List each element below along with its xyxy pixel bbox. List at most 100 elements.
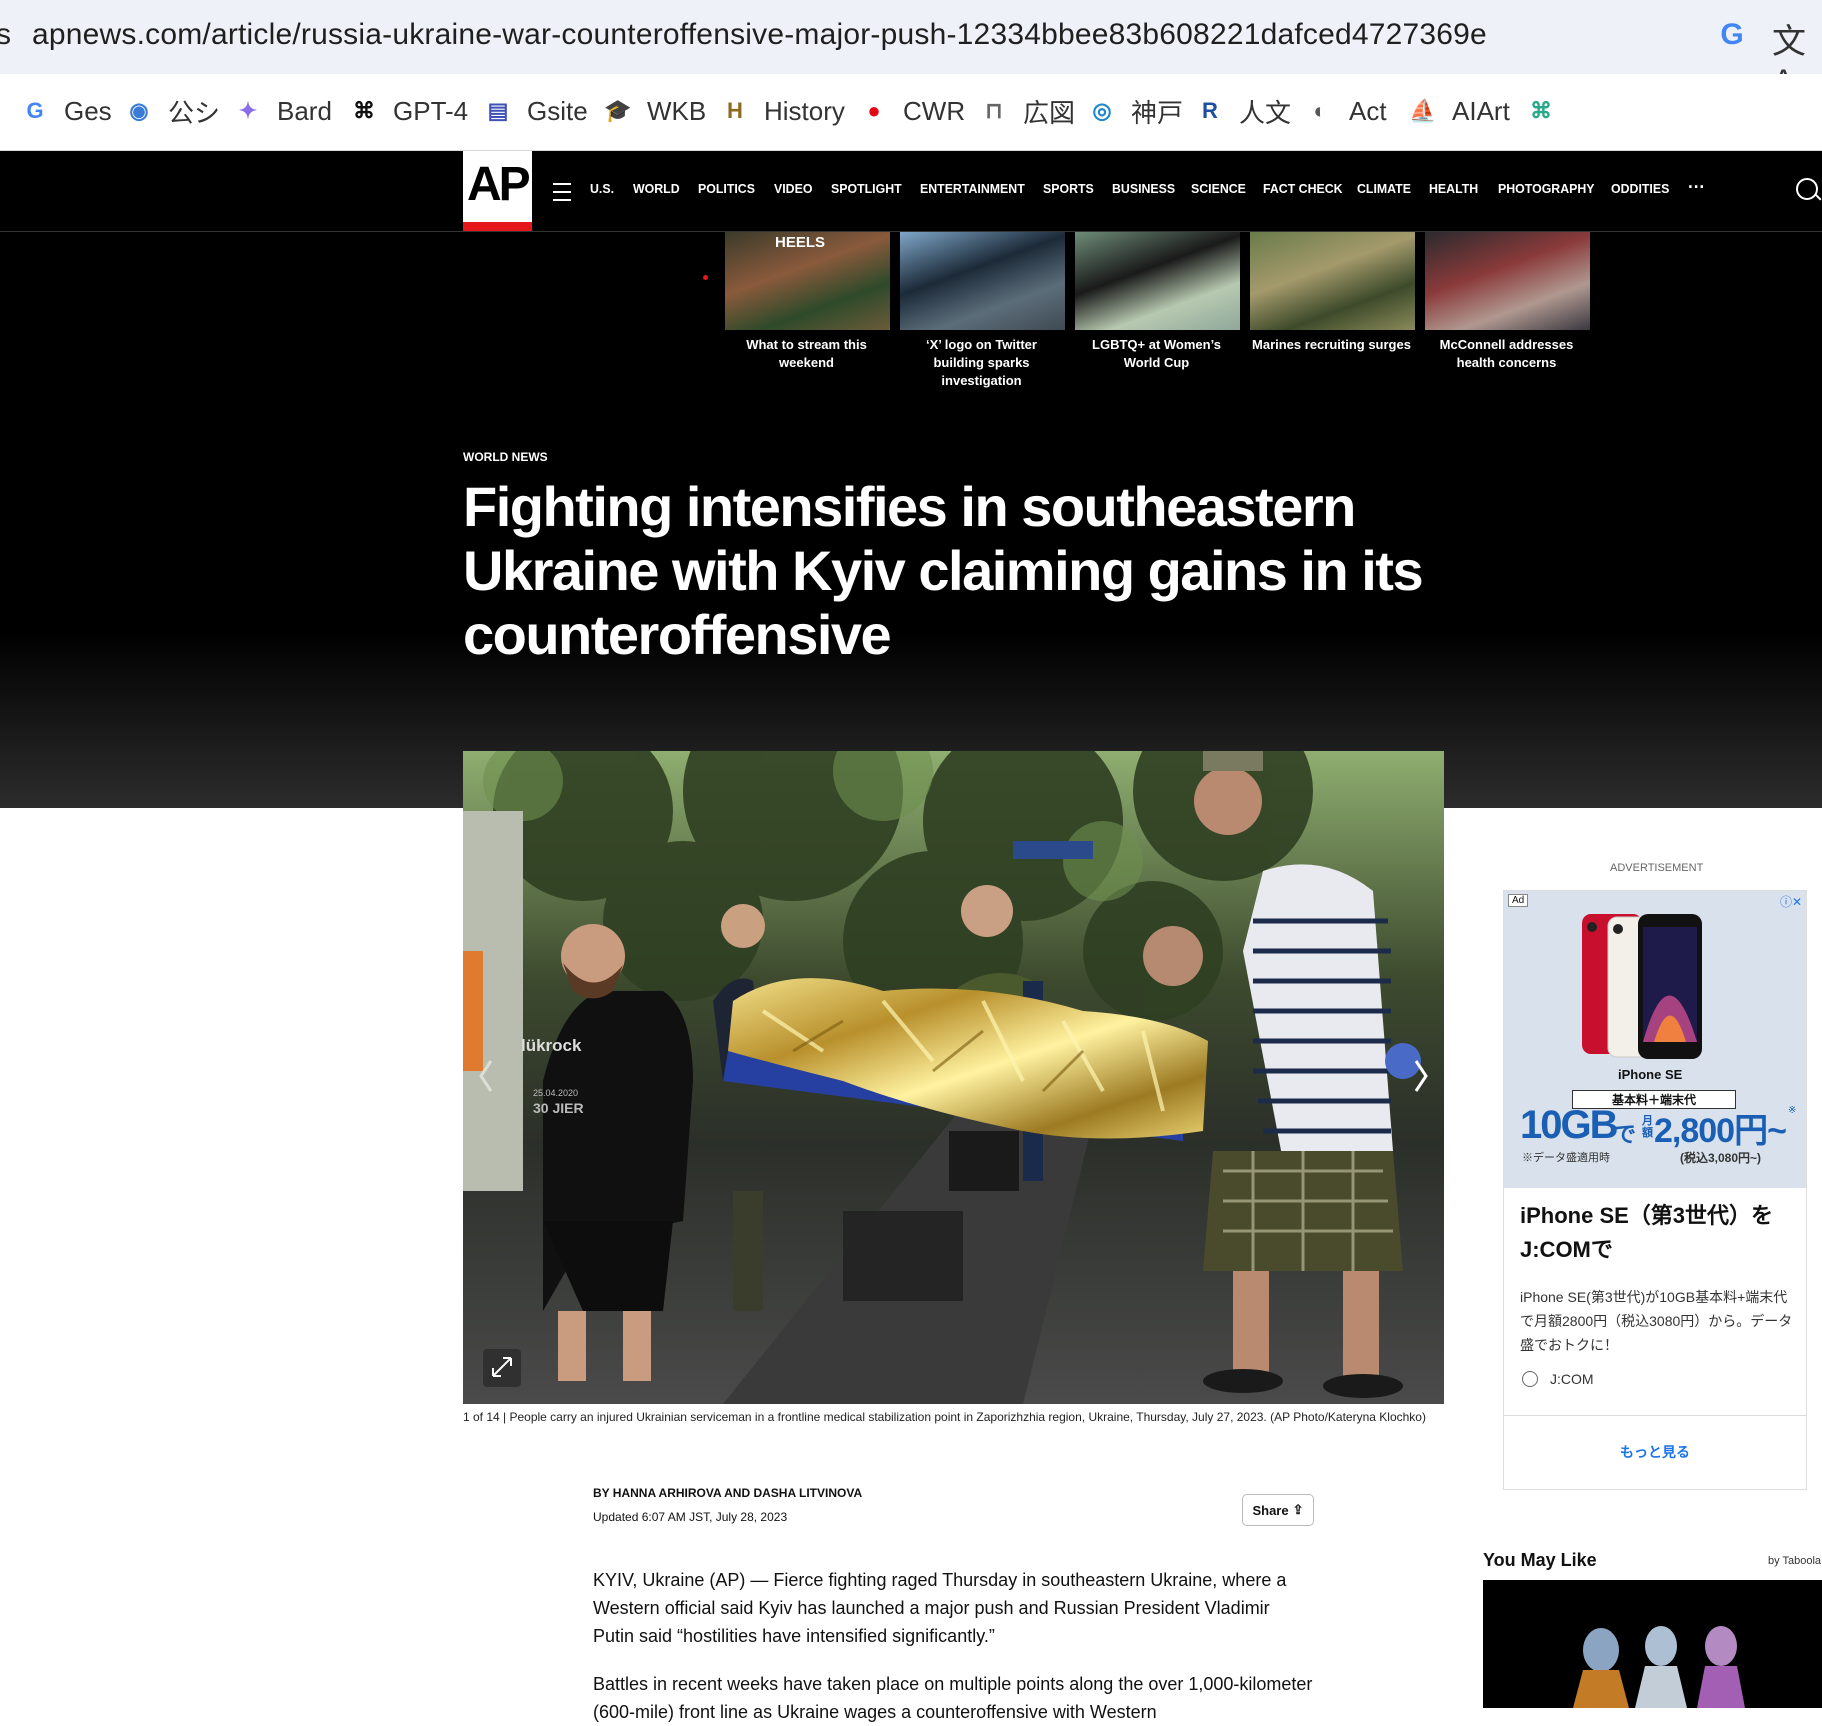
article-headline: Fighting intensifies in southeastern Ukr… <box>463 475 1424 666</box>
bookmark-神戸[interactable]: ◎ 神戸 <box>1087 92 1183 130</box>
bookmark-label: Gsite <box>527 95 588 126</box>
browser-address-bar[interactable]: s apnews.com/article/russia-ukraine-war-… <box>0 0 1822 101</box>
story-thumbnail[interactable] <box>1425 232 1590 330</box>
lead-photo[interactable]: lükrock 25.04.2020 30 JIER <box>463 751 1444 1404</box>
globe-icon <box>1522 1371 1538 1387</box>
ad-badge: Ad <box>1508 894 1529 907</box>
section-kicker[interactable]: WORLD NEWS <box>463 450 548 464</box>
bookmark-WKB[interactable]: 🎓 WKB <box>603 92 706 130</box>
story-thumbnail[interactable] <box>1250 232 1415 330</box>
ad-card[interactable]: Ad ⓘ✕ iPhone SE 基本料＋端末代 10GB で 月額 2,800円… <box>1503 890 1807 1490</box>
ad-asterisk: ※ <box>1788 1105 1797 1116</box>
carousel-indicator-dot <box>703 275 708 280</box>
share-icon: ⇪ <box>1292 1502 1304 1517</box>
bookmark-chatgpt[interactable]: ⌘ <box>1526 92 1570 130</box>
bookmark-label: Ges <box>64 95 112 126</box>
story-thumbnail[interactable] <box>1075 232 1240 330</box>
ad-title[interactable]: iPhone SE（第3世代）をJ:COMで <box>1520 1199 1795 1267</box>
search-icon[interactable] <box>1796 178 1818 200</box>
bookmark-Ges[interactable]: G Ges <box>20 92 112 130</box>
taboola-credit[interactable]: by Taboola <box>1768 1555 1821 1567</box>
bookmark-Gsite[interactable]: ▤ Gsite <box>483 92 588 130</box>
url-text[interactable]: apnews.com/article/russia-ukraine-war-co… <box>32 18 1487 52</box>
hamburger-menu-icon[interactable] <box>553 183 571 201</box>
story-thumbnail[interactable] <box>900 232 1065 330</box>
story-thumbnail-caption[interactable]: LGBTQ+ at Women’s World Cup <box>1074 336 1239 372</box>
story-thumbnail[interactable]: HEELS <box>725 232 890 330</box>
bookmark-History[interactable]: H History <box>720 92 845 130</box>
sailboat-icon: ⛵ <box>1409 98 1437 123</box>
ad-choices-icon[interactable]: ⓘ✕ <box>1780 893 1802 910</box>
nav-item-u-s-[interactable]: U.S. <box>590 181 614 196</box>
ad-divider <box>1504 1415 1806 1416</box>
nav-item-entertainment[interactable]: ENTERTAINMENT <box>920 181 1025 196</box>
nav-item-world[interactable]: WORLD <box>633 181 680 196</box>
story-thumbnail-caption[interactable]: McConnell addresses health concerns <box>1424 336 1589 372</box>
graduation-cap-icon: 🎓 <box>604 98 632 123</box>
ad-monthly: 月額 <box>1642 1115 1653 1139</box>
recommended-image[interactable] <box>1483 1580 1822 1708</box>
ap-logo[interactable]: AP <box>463 151 532 231</box>
ad-brand-line: iPhone SE <box>1618 1067 1683 1082</box>
bookmark-Bard[interactable]: ✦ Bard <box>233 92 332 130</box>
nav-item-fact-check[interactable]: FACT CHECK <box>1263 181 1343 196</box>
nav-item-health[interactable]: HEALTH <box>1429 181 1478 196</box>
ad-advertiser[interactable]: J:COM <box>1522 1371 1594 1387</box>
bookmark-GPT-4[interactable]: ⌘ GPT-4 <box>349 92 468 130</box>
story-thumbnail-caption[interactable]: ‘X’ logo on Twitter building sparks inve… <box>899 336 1064 390</box>
history-channel-icon: H <box>727 98 743 123</box>
article-paragraph-1: KYIV, Ukraine (AP) — Fierce fighting rag… <box>593 1570 1287 1646</box>
red-circle-icon: ● <box>867 98 881 123</box>
you-may-like-heading: You May Like <box>1483 1550 1597 1570</box>
bookmark-label: AIArt <box>1452 95 1510 126</box>
photo-caption: 1 of 14 | People carry an injured Ukrain… <box>463 1410 1426 1424</box>
ap-logo-text: AP <box>467 158 531 211</box>
bookmark-人文[interactable]: R 人文 <box>1195 92 1291 130</box>
bookmark-広図[interactable]: ⊓ 広図 <box>979 92 1075 130</box>
nav-item-politics[interactable]: POLITICS <box>698 181 755 196</box>
bookmark-AIArt[interactable]: ⛵ AIArt <box>1408 92 1510 130</box>
story-thumbnail-caption[interactable]: What to stream this weekend <box>724 336 889 372</box>
nav-item-climate[interactable]: CLIMATE <box>1357 181 1411 196</box>
google-g-icon: G <box>26 98 44 123</box>
openai-green-icon: ⌘ <box>1530 98 1552 123</box>
ad-image[interactable]: Ad ⓘ✕ iPhone SE 基本料＋端末代 10GB で 月額 2,800円… <box>1504 891 1806 1188</box>
nav-item-sports[interactable]: SPORTS <box>1043 181 1094 196</box>
ap-logo-red-bar <box>463 222 532 231</box>
ad-note-2: (税込3,080円~) <box>1680 1151 1762 1165</box>
share-button[interactable]: Share ⇪ <box>1242 1494 1314 1526</box>
nav-item-science[interactable]: SCIENCE <box>1191 181 1246 196</box>
ad-gb: 10GB <box>1520 1103 1618 1147</box>
bookmark-CWR[interactable]: ● CWR <box>859 92 965 130</box>
nav-item-spotlight[interactable]: SPOTLIGHT <box>831 181 902 196</box>
bookmark-label: Bard <box>277 95 332 126</box>
nav-item-oddities[interactable]: ODDITIES <box>1611 181 1669 196</box>
library-icon: ⊓ <box>985 98 1003 123</box>
globe-icon: ◐ <box>1313 98 1327 123</box>
ad-de: で <box>1614 1122 1637 1147</box>
openai-icon: ⌘ <box>353 98 375 123</box>
google-icon[interactable]: G <box>1715 18 1749 52</box>
bookmark-公シ[interactable]: ◉ 公シ <box>124 92 220 130</box>
bookmark-label: 広図 <box>1023 97 1076 128</box>
bookmark-label: GPT-4 <box>393 95 469 126</box>
iphone-illustration <box>1582 914 1702 1059</box>
article-updated-time: Updated 6:07 AM JST, July 28, 2023 <box>593 1510 788 1524</box>
bookmark-label: CWR <box>903 95 966 126</box>
article-paragraph-2: Battles in recent weeks have taken place… <box>593 1674 1313 1722</box>
story-thumbnail-caption[interactable]: Marines recruiting surges <box>1249 336 1414 354</box>
ad-description: iPhone SE(第3世代)が10GB基本料+端末代で月額2800円（税込30… <box>1520 1289 1793 1353</box>
bookmark-label: WKB <box>647 95 707 126</box>
article-byline: BY HANNA ARHIROVA AND DASHA LITVINOVA <box>593 1486 863 1500</box>
ad-more-link[interactable]: もっと見る <box>1504 1442 1806 1462</box>
nav-item-video[interactable]: VIDEO <box>774 181 812 196</box>
shirt-big-text: 30 JIER <box>533 1100 584 1116</box>
bookmark-Act[interactable]: ◐ Act <box>1305 92 1386 130</box>
sparkle-icon: ✦ <box>238 98 258 123</box>
nav-item-photography[interactable]: PHOTOGRAPHY <box>1498 181 1595 196</box>
more-nav-icon[interactable]: ··· <box>1688 177 1705 198</box>
shirt-text: lükrock <box>521 1036 582 1055</box>
nav-item-business[interactable]: BUSINESS <box>1112 181 1175 196</box>
bookmark-label: 神戸 <box>1131 97 1184 128</box>
bookmark-label: 人文 <box>1239 97 1292 128</box>
